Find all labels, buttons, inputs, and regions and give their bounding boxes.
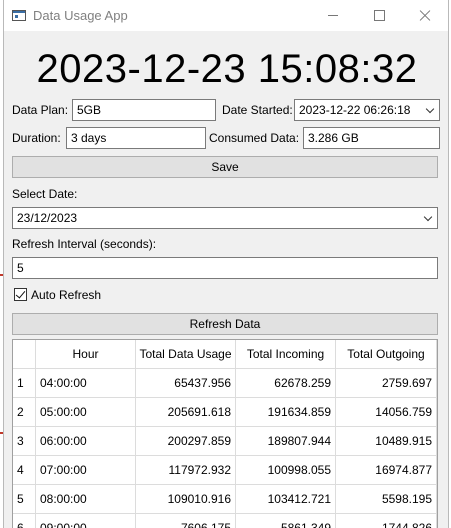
duration-label: Duration: (12, 131, 61, 145)
cell-total-outgoing[interactable]: 2759.697 (336, 369, 437, 398)
cell-hour[interactable]: 08:00:00 (36, 485, 136, 514)
cell-total-incoming[interactable]: 5861.349 (236, 514, 336, 528)
cell-total-usage[interactable]: 117972.932 (136, 456, 236, 485)
row-number: 2 (13, 398, 36, 427)
cell-total-outgoing[interactable]: 5598.195 (336, 485, 437, 514)
select-date-value: 23/12/2023 (17, 211, 78, 225)
date-started-label: Date Started: (222, 103, 293, 117)
maximize-icon[interactable] (356, 0, 402, 31)
row-number: 1 (13, 369, 36, 398)
refresh-interval-label: Refresh Interval (seconds): (12, 237, 157, 251)
column-header-hour[interactable]: Hour (36, 340, 136, 369)
column-header-total-outgoing[interactable]: Total Outgoing (336, 340, 437, 369)
select-date-label: Select Date: (12, 187, 78, 201)
consumed-data-input[interactable]: 3.286 GB (303, 127, 440, 149)
cell-hour[interactable]: 04:00:00 (36, 369, 136, 398)
select-date-dropdown[interactable]: 23/12/2023 (12, 207, 438, 229)
app-window: Data Usage App 2023-12-23 15:08:32 Data … (3, 0, 449, 528)
column-header-total-usage[interactable]: Total Data Usage (136, 340, 236, 369)
title-bar: Data Usage App (4, 0, 448, 31)
save-button[interactable]: Save (12, 156, 438, 178)
usage-table: Hour Total Data Usage Total Incoming Tot… (12, 339, 438, 528)
table-corner (13, 340, 36, 369)
duration-input[interactable]: 3 days (66, 127, 206, 149)
cell-total-usage[interactable]: 200297.859 (136, 427, 236, 456)
column-header-total-incoming[interactable]: Total Incoming (236, 340, 336, 369)
cell-total-outgoing[interactable]: 16974.877 (336, 456, 437, 485)
cell-total-outgoing[interactable]: 14056.759 (336, 398, 437, 427)
minimize-icon[interactable] (310, 0, 356, 31)
app-window-icon (12, 10, 26, 21)
clock-display: 2023-12-23 15:08:32 (36, 47, 418, 91)
auto-refresh-checkbox[interactable] (14, 288, 27, 301)
date-started-value: 2023-12-22 06:26:18 (299, 103, 411, 117)
date-started-dropdown[interactable]: 2023-12-22 06:26:18 (294, 99, 440, 121)
row-number: 3 (13, 427, 36, 456)
row-number: 6 (13, 514, 36, 528)
refresh-data-button[interactable]: Refresh Data (12, 313, 438, 335)
cell-total-usage[interactable]: 205691.618 (136, 398, 236, 427)
data-plan-label: Data Plan: (12, 103, 69, 117)
cell-total-incoming[interactable]: 103412.721 (236, 485, 336, 514)
cell-total-outgoing[interactable]: 10489.915 (336, 427, 437, 456)
close-icon[interactable] (402, 0, 448, 31)
cell-total-incoming[interactable]: 191634.859 (236, 398, 336, 427)
cell-total-usage[interactable]: 109010.916 (136, 485, 236, 514)
cell-hour[interactable]: 09:00:00 (36, 514, 136, 528)
cell-total-incoming[interactable]: 189807.944 (236, 427, 336, 456)
row-number: 5 (13, 485, 36, 514)
cell-total-outgoing[interactable]: 1744.826 (336, 514, 437, 528)
cell-total-incoming[interactable]: 100998.055 (236, 456, 336, 485)
cell-hour[interactable]: 05:00:00 (36, 398, 136, 427)
consumed-data-label: Consumed Data: (209, 131, 300, 145)
data-plan-input[interactable]: 5GB (72, 99, 216, 121)
cell-total-usage[interactable]: 65437.956 (136, 369, 236, 398)
cell-total-incoming[interactable]: 62678.259 (236, 369, 336, 398)
row-number: 4 (13, 456, 36, 485)
cell-hour[interactable]: 07:00:00 (36, 456, 136, 485)
window-title: Data Usage App (33, 8, 128, 23)
cell-total-usage[interactable]: 7606.175 (136, 514, 236, 528)
refresh-interval-input[interactable]: 5 (12, 257, 438, 279)
cell-hour[interactable]: 06:00:00 (36, 427, 136, 456)
auto-refresh-label: Auto Refresh (31, 288, 102, 302)
